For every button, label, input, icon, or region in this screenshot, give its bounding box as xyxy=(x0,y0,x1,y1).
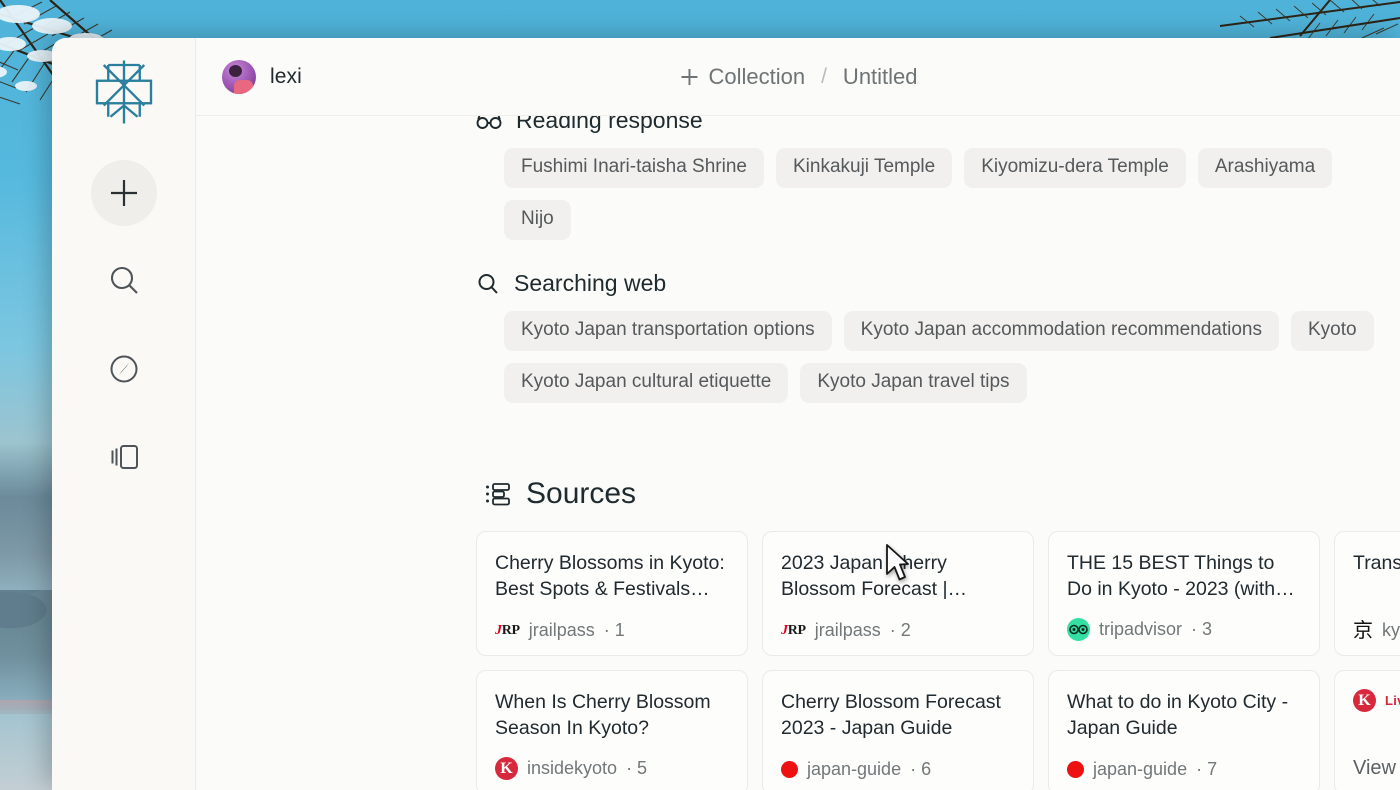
source-card[interactable]: Cherry Blossoms in Kyoto: Best Spots & F… xyxy=(476,531,748,656)
source-card-title: When Is Cherry Blossom Season In Kyoto? xyxy=(495,691,711,739)
breadcrumb-separator: / xyxy=(821,64,827,88)
japan-guide-red-dot-icon-icon xyxy=(781,761,798,778)
searching-web-header: Searching web xyxy=(476,270,1400,297)
chip[interactable]: Arashiyama xyxy=(1197,148,1333,188)
avatar xyxy=(222,59,256,94)
source-card-index: · 6 xyxy=(910,759,932,779)
insidekyoto-k-icon-icon: K xyxy=(1353,689,1376,712)
chip[interactable]: Nijo xyxy=(504,200,571,240)
source-card-source: japan-guide xyxy=(807,759,902,779)
main-panel: lexi Collection / Untitled Reading respo… xyxy=(196,38,1400,790)
perplexity-star-logo-icon[interactable] xyxy=(88,56,160,128)
source-card-meta: japan-guide · 7 xyxy=(1067,759,1301,780)
source-card[interactable]: 2023 Japan Cherry Blossom Forecast |… J RP… xyxy=(762,531,1034,656)
kyoto-kanji-icon-icon: 京 xyxy=(1353,619,1373,642)
source-card-meta: japan-guide · 6 xyxy=(781,759,1015,780)
library-icon xyxy=(111,445,138,469)
source-card-source: japan-guide xyxy=(1093,759,1188,779)
chip[interactable]: Kyoto Japan accommodation recommendation… xyxy=(843,311,1279,351)
user-menu[interactable]: lexi xyxy=(222,59,302,94)
source-card-source: tripadvisor xyxy=(1099,619,1183,639)
chip[interactable]: Kyoto Japan cultural etiquette xyxy=(504,363,789,403)
breadcrumb: Collection / Untitled xyxy=(678,64,918,90)
source-card[interactable]: Transp City O 京 kyo xyxy=(1334,531,1400,656)
sidebar-item-discover[interactable] xyxy=(91,336,157,402)
reading-response-title: Reading response xyxy=(516,116,703,133)
japan-guide-red-dot-icon-icon xyxy=(1067,761,1084,778)
source-card-title: Cherry Blossoms in Kyoto: Best Spots & F… xyxy=(495,552,725,600)
wallpaper-pine-branch-right xyxy=(1219,0,1400,40)
search-icon xyxy=(478,273,498,294)
searching-web-title: Searching web xyxy=(514,270,667,296)
chip[interactable]: Fushimi Inari-taisha Shrine xyxy=(504,148,764,188)
source-card-source: jrailpass xyxy=(814,620,881,640)
source-card-index: · 3 xyxy=(1191,619,1213,639)
sources-list-icon xyxy=(486,483,510,506)
source-card[interactable]: K Liv View 1 xyxy=(1334,670,1400,790)
source-card-meta: tripadvisor · 3 xyxy=(1067,618,1301,641)
source-card[interactable]: What to do in Kyoto City - Japan Guide ja… xyxy=(1048,670,1320,790)
reading-response-header: Reading response xyxy=(476,116,1400,134)
source-card-meta: 京 kyo xyxy=(1353,620,1400,641)
chip[interactable]: Kiyomizu-dera Temple xyxy=(964,148,1186,188)
source-card-source: Liv xyxy=(1385,693,1400,708)
reading-response-chips: Fushimi Inari-taisha Shrine Kinkakuji Tem… xyxy=(476,148,1400,240)
sidebar-item-new-thread[interactable] xyxy=(90,160,157,226)
source-card[interactable]: When Is Cherry Blossom Season In Kyoto? K… xyxy=(476,670,748,790)
left-icon-rail xyxy=(52,38,196,790)
view-all-sources-label[interactable]: View 1 xyxy=(1353,757,1400,780)
plus-icon xyxy=(681,68,698,85)
glasses-icon xyxy=(476,116,502,129)
insidekyoto-k-icon-icon: K xyxy=(495,757,518,780)
tripadvisor-owl-icon-icon xyxy=(1067,618,1090,641)
source-card-source: insidekyoto xyxy=(527,758,618,778)
collection-label: Collection xyxy=(708,63,806,89)
source-card-title: What to do in Kyoto City - Japan Guide xyxy=(1067,691,1289,739)
desktop-background: lexi Collection / Untitled Reading respo… xyxy=(0,0,1400,790)
user-name: lexi xyxy=(270,64,302,88)
add-to-collection-button[interactable]: Collection xyxy=(678,64,805,90)
source-card-index: · 1 xyxy=(603,620,625,640)
source-card-meta: J RP jrailpass · 1 xyxy=(495,620,729,641)
source-card-source: jrailpass xyxy=(528,620,595,640)
chip[interactable]: Kinkakuji Temple xyxy=(775,148,953,188)
sidebar-item-library[interactable] xyxy=(91,424,157,490)
source-card-index: · 2 xyxy=(889,620,911,640)
thread-title[interactable]: Untitled xyxy=(843,64,918,90)
content-scroll-area[interactable]: Reading response Fushimi Inari-taisha Sh… xyxy=(196,116,1400,790)
sources-header: Sources xyxy=(484,477,1400,511)
top-bar: lexi Collection / Untitled xyxy=(196,38,1400,116)
search-icon xyxy=(110,266,138,294)
sources-card-grid: Cherry Blossoms in Kyoto: Best Spots & F… xyxy=(476,531,1400,790)
app-window: lexi Collection / Untitled Reading respo… xyxy=(52,38,1400,790)
sources-title: Sources xyxy=(526,477,637,510)
source-card-index: · 5 xyxy=(626,758,648,778)
source-card[interactable]: THE 15 BEST Things to Do in Kyoto - 2023… xyxy=(1048,531,1320,656)
source-card-meta: Kinsidekyoto · 5 xyxy=(495,757,729,780)
chip[interactable]: Kyoto Japan travel tips xyxy=(800,363,1027,403)
source-card-title: Transp City O xyxy=(1353,552,1400,574)
source-card[interactable]: Cherry Blossom Forecast 2023 - Japan Gui… xyxy=(762,670,1034,790)
compass-icon xyxy=(110,355,137,383)
source-card-title: Cherry Blossom Forecast 2023 - Japan Gui… xyxy=(781,691,1001,739)
chip[interactable]: Kyoto xyxy=(1290,311,1374,351)
searching-web-chips: Kyoto Japan transportation options Kyoto … xyxy=(476,311,1400,403)
source-card-meta: J RP jrailpass · 2 xyxy=(781,620,1015,641)
chip[interactable]: Kyoto Japan transportation options xyxy=(504,311,832,351)
jrailpass-logo-icon: J RP xyxy=(781,622,806,638)
plus-icon xyxy=(110,180,137,206)
source-card-meta: K Liv xyxy=(1353,689,1400,712)
source-card-index: · 7 xyxy=(1196,759,1218,779)
sidebar-item-search[interactable] xyxy=(91,248,157,314)
source-card-title: THE 15 BEST Things to Do in Kyoto - 2023… xyxy=(1067,552,1295,600)
jrailpass-logo-icon: J RP xyxy=(495,622,520,638)
source-card-title: 2023 Japan Cherry Blossom Forecast |… xyxy=(781,552,968,600)
source-card-source: kyo xyxy=(1382,620,1400,640)
